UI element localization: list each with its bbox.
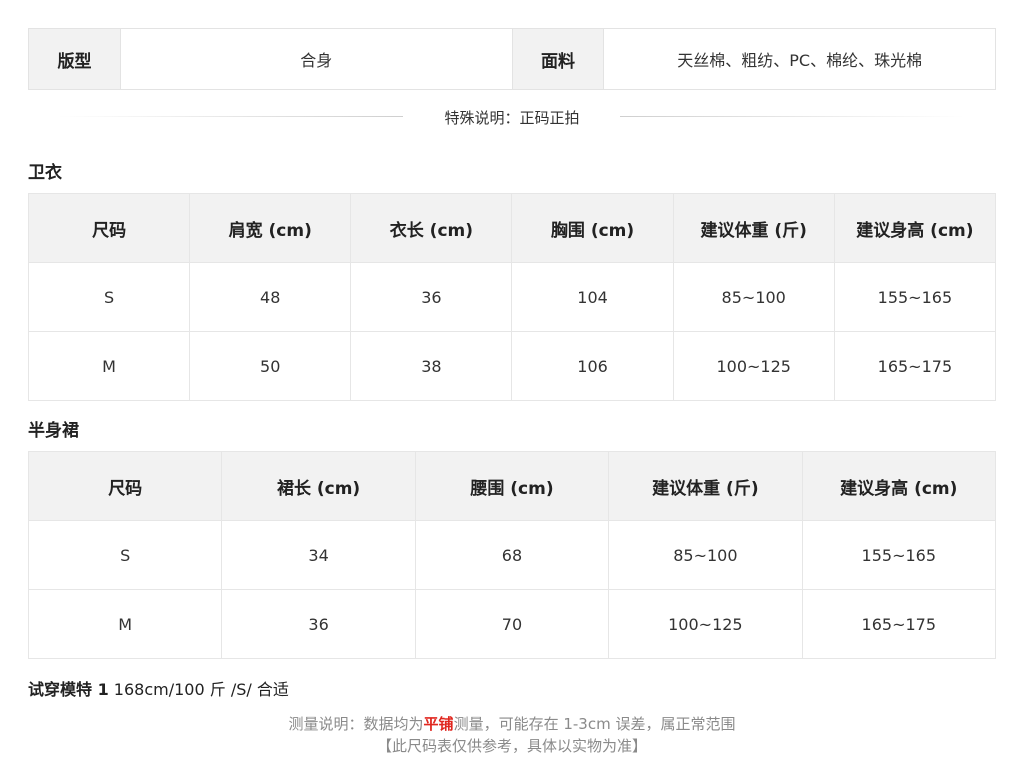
header-cell: 建议体重 (斤) [672,193,835,263]
table-cell: 100~125 [608,589,803,659]
table-cell: 165~175 [801,589,997,659]
special-note-row: 特殊说明：正码正拍 [28,106,996,128]
table-cell: 36 [221,589,416,659]
note-text-before: 测量说明：数据均为 [288,715,424,733]
table-cell: M [27,589,223,659]
table-cell: 85~100 [672,262,835,332]
table-row: M 36 70 100~125 165~175 [27,589,997,659]
table-cell: 70 [414,589,610,659]
model-value: 168cm/100 斤 /S/ 合适 [108,680,289,699]
model-info: 试穿模特 1 168cm/100 斤 /S/ 合适 [28,676,289,700]
fit-label: 版型 [29,29,120,89]
table-row: M 50 38 106 100~125 165~175 [27,331,997,401]
fabric-value: 天丝棉、粗纺、PC、棉纶、珠光棉 [603,29,995,89]
table-cell: 106 [511,331,674,401]
hoodie-size-table: 尺码 肩宽 (cm) 衣长 (cm) 胸围 (cm) 建议体重 (斤) 建议身高… [27,193,997,401]
model-label: 试穿模特 1 [28,680,109,699]
table-row: S 48 36 104 85~100 155~165 [27,262,997,332]
note-text-after: 测量，可能存在 1-3cm 误差，属正常范围 [453,715,736,733]
table-cell: 34 [221,520,416,590]
table-cell: 165~175 [833,331,997,401]
special-note: 特殊说明：正码正拍 [434,106,590,128]
table-cell: S [27,262,191,332]
note-highlight: 平铺 [423,715,454,733]
header-cell: 腰围 (cm) [414,451,610,521]
table-cell: 36 [350,262,513,332]
measurement-note: 测量说明：数据均为平铺测量，可能存在 1-3cm 误差，属正常范围 [0,713,1024,734]
header-cell: 建议身高 (cm) [833,193,997,263]
spec-table: 版型 合身 面料 天丝棉、粗纺、PC、棉纶、珠光棉 [28,28,996,90]
table-cell: 85~100 [608,520,803,590]
table-cell: 38 [350,331,513,401]
fabric-label: 面料 [512,29,604,89]
table-header-row: 尺码 肩宽 (cm) 衣长 (cm) 胸围 (cm) 建议体重 (斤) 建议身高… [27,193,997,263]
header-cell: 尺码 [27,451,223,521]
divider-left [58,116,403,117]
header-cell: 衣长 (cm) [350,193,513,263]
table-cell: 50 [189,331,352,401]
table-header-row: 尺码 裙长 (cm) 腰围 (cm) 建议体重 (斤) 建议身高 (cm) [27,451,997,521]
header-cell: 尺码 [27,193,191,263]
skirt-title: 半身裙 [28,421,79,441]
header-cell: 肩宽 (cm) [189,193,352,263]
table-cell: 104 [511,262,674,332]
table-cell: S [27,520,223,590]
table-cell: 155~165 [801,520,997,590]
table-cell: M [27,331,191,401]
divider-right [620,116,965,117]
skirt-size-table: 尺码 裙长 (cm) 腰围 (cm) 建议体重 (斤) 建议身高 (cm) S … [27,451,997,659]
table-cell: 48 [189,262,352,332]
reference-note: 【此尺码表仅供参考，具体以实物为准】 [376,737,647,755]
header-cell: 建议身高 (cm) [801,451,997,521]
fit-value: 合身 [119,29,513,89]
table-cell: 68 [414,520,610,590]
hoodie-title: 卫衣 [28,163,62,183]
table-cell: 155~165 [833,262,997,332]
table-row: S 34 68 85~100 155~165 [27,520,997,590]
table-cell: 100~125 [672,331,835,401]
header-cell: 胸围 (cm) [511,193,674,263]
header-cell: 裙长 (cm) [221,451,416,521]
header-cell: 建议体重 (斤) [608,451,803,521]
